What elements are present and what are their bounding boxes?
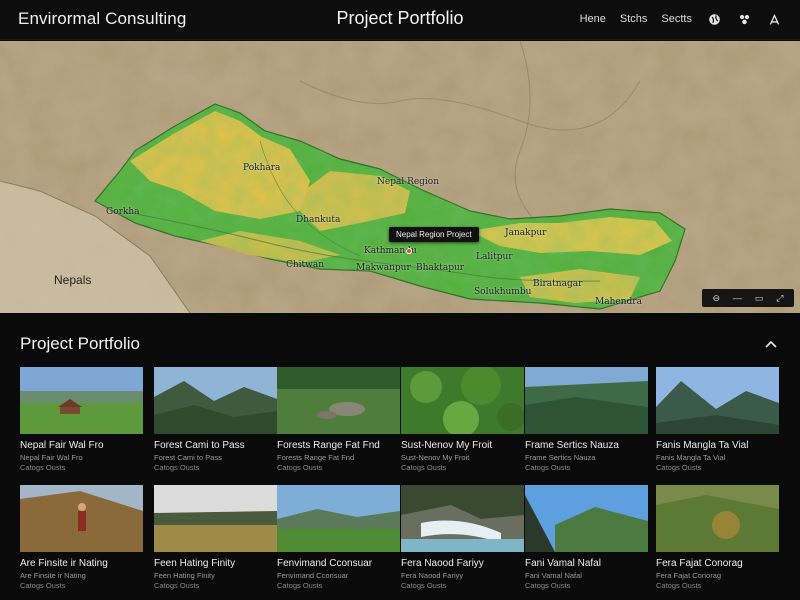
map-region-label[interactable]: Nepal Region bbox=[377, 177, 439, 187]
fullscreen-icon[interactable]: ⤢ bbox=[776, 293, 783, 303]
project-thumbnail bbox=[401, 485, 524, 552]
map-region-label[interactable]: Bhaktapur bbox=[416, 263, 464, 273]
project-thumbnail bbox=[401, 367, 524, 434]
map-region-label[interactable]: Biratnagar bbox=[533, 279, 582, 289]
card-title: Feen Hating Finity bbox=[154, 558, 236, 569]
map-region-label[interactable]: Janakpur bbox=[505, 228, 546, 238]
card-title: Fera Fajat Conorag bbox=[656, 558, 743, 569]
portfolio-section: Project Portfolio Nepal Fair Wal Fro Nep… bbox=[0, 313, 800, 600]
card-meta: Nepal Fair Wal Fro bbox=[20, 453, 83, 462]
project-card[interactable]: Forest Cami to Pass Forest Cami to Pass … bbox=[154, 367, 277, 472]
project-card[interactable]: Sust-Nenov My Froit Sust-Nenov My Froit … bbox=[401, 367, 524, 472]
card-meta: Feen Hating Finity bbox=[154, 571, 215, 580]
card-meta: Catogs Ousts bbox=[277, 463, 323, 472]
nav-studies[interactable]: Stchs bbox=[620, 13, 648, 25]
card-title: Are Finsite ir Nating bbox=[20, 558, 108, 569]
map-region-label[interactable]: Solukhumbu bbox=[474, 287, 531, 297]
card-meta: Catogs Ousts bbox=[656, 581, 702, 590]
card-meta: Are Finsite ir Nating bbox=[20, 571, 86, 580]
card-meta: Fani Vamal Nafal bbox=[525, 571, 582, 580]
project-card[interactable]: Fani Vamal Nafal Fani Vamal Nafal Catogs… bbox=[525, 485, 648, 590]
card-meta: Catogs Ousts bbox=[656, 463, 702, 472]
card-meta: Forests Range Fat Fnd bbox=[277, 453, 355, 462]
project-card[interactable]: Are Finsite ir Nating Are Finsite ir Nat… bbox=[20, 485, 143, 590]
project-thumbnail bbox=[656, 367, 779, 434]
card-title: Fenvimand Cconsuar bbox=[277, 558, 373, 569]
map-region-label[interactable]: Lalitpur bbox=[476, 252, 513, 262]
card-meta: Catogs Ousts bbox=[154, 581, 200, 590]
map-tooltip: Nepal Region Project bbox=[389, 227, 479, 242]
card-title: Forest Cami to Pass bbox=[154, 440, 245, 451]
card-meta: Catogs Ousts bbox=[401, 463, 447, 472]
map-region-label[interactable]: Gorkha bbox=[106, 207, 140, 217]
card-meta: Fera Fajat Conorag bbox=[656, 571, 722, 580]
card-title: Nepal Fair Wal Fro bbox=[20, 440, 104, 451]
card-meta: Frame Sertics Nauza bbox=[525, 453, 596, 462]
top-nav: Hene Stchs Sectts bbox=[580, 11, 782, 27]
chevron-up-icon[interactable] bbox=[764, 337, 778, 351]
card-meta: Catogs Ousts bbox=[277, 581, 323, 590]
project-card[interactable]: Fera Fajat Conorag Fera Fajat Conorag Ca… bbox=[656, 485, 779, 590]
card-meta: Forest Cami to Pass bbox=[154, 453, 222, 462]
project-card[interactable]: Forests Range Fat Fnd Forests Range Fat … bbox=[277, 367, 400, 472]
project-card[interactable]: Fenvimand Cconsuar Fenvimand Cconsuar Ca… bbox=[277, 485, 400, 590]
settings-icon[interactable] bbox=[736, 11, 752, 27]
project-card[interactable]: Feen Hating Finity Feen Hating Finity Ca… bbox=[154, 485, 277, 590]
project-thumbnail bbox=[154, 485, 277, 552]
globe-icon[interactable] bbox=[706, 11, 722, 27]
layers-icon[interactable]: ▭ bbox=[755, 293, 764, 303]
card-meta: Catogs Ousts bbox=[20, 581, 66, 590]
project-thumbnail bbox=[525, 367, 648, 434]
card-meta: Catogs Ousts bbox=[525, 463, 571, 472]
project-map[interactable]: Pokhara Gorkha Nepal Region Dhankuta Kat… bbox=[0, 41, 800, 313]
zoom-out-icon[interactable]: ⊖ bbox=[712, 293, 720, 303]
card-meta: Fanis Mangla Ta Vial bbox=[656, 453, 726, 462]
top-bar: Envirormal Consulting Project Portfolio … bbox=[0, 0, 800, 40]
card-title: Frame Sertics Nauza bbox=[525, 440, 619, 451]
card-meta: Catogs Ousts bbox=[401, 581, 447, 590]
project-thumbnail bbox=[277, 367, 400, 434]
nav-sectors[interactable]: Sectts bbox=[661, 13, 692, 25]
card-title: Forests Range Fat Fnd bbox=[277, 440, 380, 451]
project-card[interactable]: Frame Sertics Nauza Frame Sertics Nauza … bbox=[525, 367, 648, 472]
map-region-label[interactable]: Pokhara bbox=[243, 163, 280, 173]
card-meta: Catogs Ousts bbox=[525, 581, 571, 590]
brand-name[interactable]: Envirormal Consulting bbox=[18, 9, 186, 29]
project-thumbnail bbox=[656, 485, 779, 552]
project-card[interactable]: Fanis Mangla Ta Vial Fanis Mangla Ta Via… bbox=[656, 367, 779, 472]
map-region-label[interactable]: Mahendra bbox=[595, 297, 642, 307]
project-card[interactable]: Nepal Fair Wal Fro Nepal Fair Wal Fro Ca… bbox=[20, 367, 143, 472]
card-meta: Catogs Ousts bbox=[154, 463, 200, 472]
project-thumbnail bbox=[277, 485, 400, 552]
country-label: Nepals bbox=[54, 273, 92, 287]
card-title: Fani Vamal Nafal bbox=[525, 558, 601, 569]
map-pin-icon[interactable] bbox=[406, 248, 412, 254]
card-meta: Sust-Nenov My Froit bbox=[401, 453, 470, 462]
section-title: Project Portfolio bbox=[20, 334, 140, 353]
map-region-label[interactable]: Dhankuta bbox=[296, 215, 340, 225]
user-icon[interactable] bbox=[766, 11, 782, 27]
project-thumbnail bbox=[20, 485, 143, 552]
map-controls: ⊖ — ▭ ⤢ bbox=[702, 289, 794, 307]
card-title: Sust-Nenov My Froit bbox=[401, 440, 493, 451]
card-title: Fera Naood Fariyy bbox=[401, 558, 484, 569]
card-title: Fanis Mangla Ta Vial bbox=[656, 440, 749, 451]
project-thumbnail bbox=[525, 485, 648, 552]
map-region-label[interactable]: Makwanpur bbox=[356, 263, 411, 273]
map-region-label[interactable]: Chitwan bbox=[286, 260, 324, 270]
card-meta: Fera Naood Fariyy bbox=[401, 571, 464, 580]
project-thumbnail bbox=[20, 367, 143, 434]
nav-home[interactable]: Hene bbox=[580, 13, 606, 25]
scale-icon[interactable]: — bbox=[733, 293, 742, 303]
card-meta: Fenvimand Cconsuar bbox=[277, 571, 349, 580]
card-meta: Catogs Ousts bbox=[20, 463, 66, 472]
project-card[interactable]: Fera Naood Fariyy Fera Naood Fariyy Cato… bbox=[401, 485, 524, 590]
project-thumbnail bbox=[154, 367, 277, 434]
